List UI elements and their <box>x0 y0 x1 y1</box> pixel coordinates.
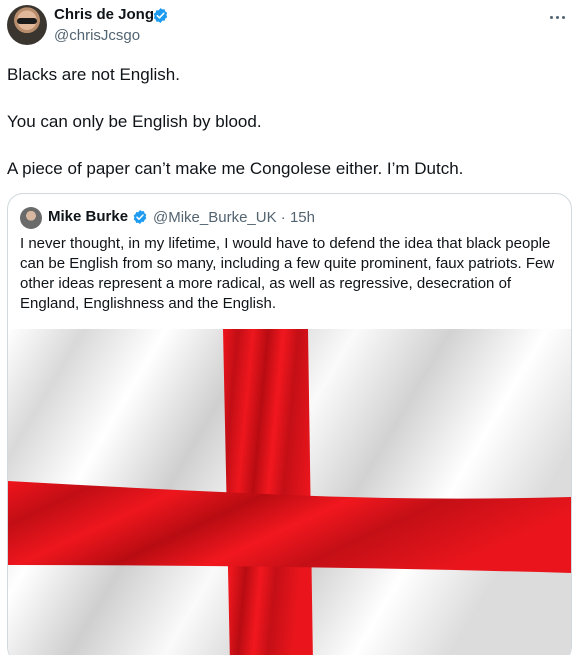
quote-author-avatar[interactable] <box>20 207 42 229</box>
quote-author-handle[interactable]: @Mike_Burke_UK <box>153 209 277 226</box>
quote-meta: @Mike_Burke_UK · 15h <box>153 209 315 226</box>
quote-text: I never thought, in my lifetime, I would… <box>20 235 555 312</box>
more-dots-icon <box>549 15 553 19</box>
more-dots-icon <box>561 15 565 19</box>
tweet-paragraph: You can only be English by blood. <box>7 112 262 131</box>
quote-timestamp[interactable]: 15h <box>290 209 315 226</box>
tweet-text: Blacks are not English. You can only be … <box>7 64 567 205</box>
author-handle[interactable]: @chrisJcsgo <box>54 27 140 44</box>
avatar-glasses <box>17 18 37 24</box>
quote-author-name[interactable]: Mike Burke <box>48 208 128 225</box>
tweet: Chris de Jong @chrisJcsgo Blacks are not… <box>0 0 579 655</box>
meta-separator: · <box>280 209 286 226</box>
quoted-tweet-card[interactable]: Mike Burke @Mike_Burke_UK · 15h I never … <box>7 193 572 655</box>
tweet-paragraph: A piece of paper can’t make me Congolese… <box>7 159 464 178</box>
author-name[interactable]: Chris de Jong <box>54 6 154 23</box>
verified-badge-icon <box>133 210 147 224</box>
more-dots-icon <box>555 15 559 19</box>
tweet-paragraph: Blacks are not English. <box>7 65 180 84</box>
more-options-button[interactable] <box>545 6 569 28</box>
verified-badge-icon <box>153 8 168 23</box>
author-avatar[interactable] <box>7 5 47 45</box>
england-flag-image[interactable] <box>8 329 572 655</box>
